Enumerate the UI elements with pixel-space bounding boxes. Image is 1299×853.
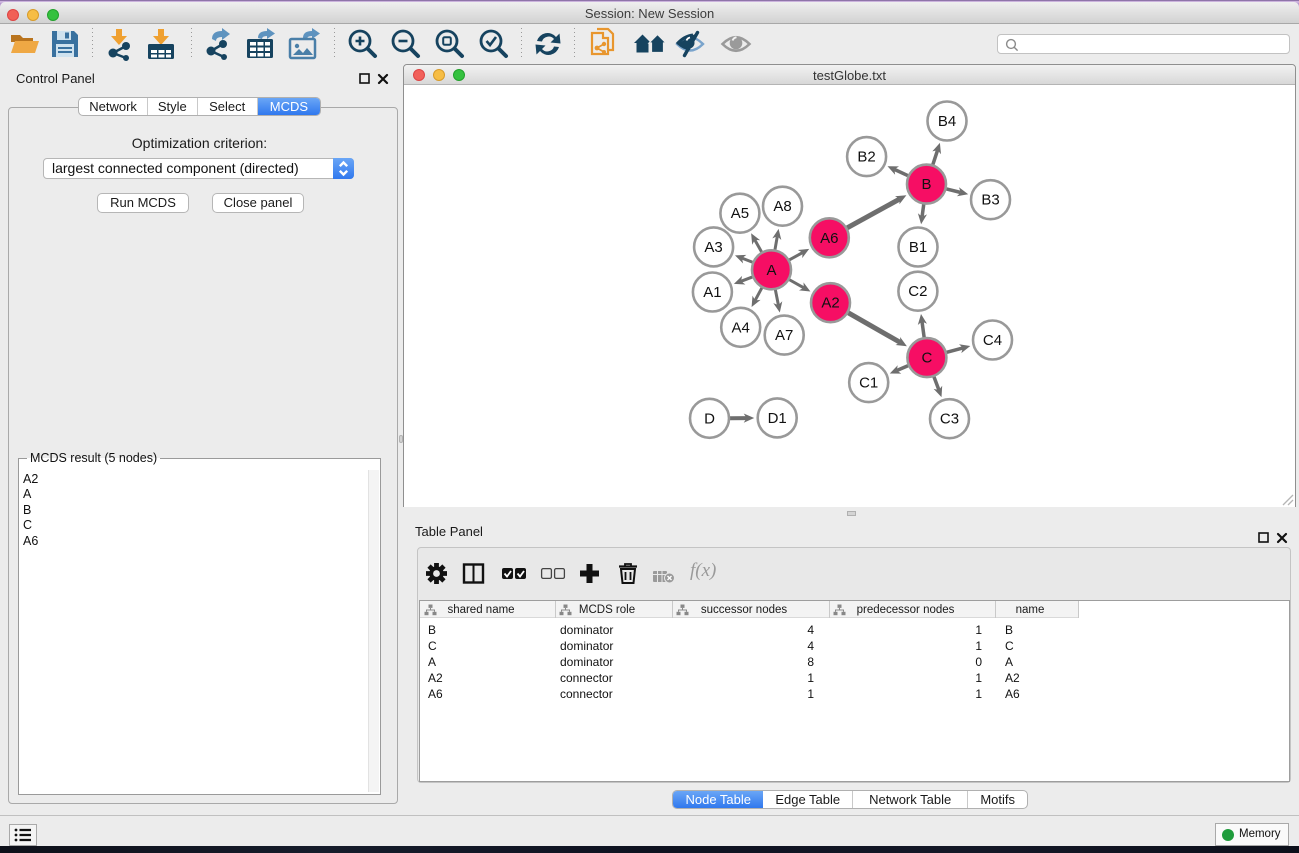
svg-text:C1: C1 bbox=[859, 375, 878, 392]
svg-text:A7: A7 bbox=[775, 327, 793, 344]
svg-text:B3: B3 bbox=[981, 192, 999, 209]
svg-text:A2: A2 bbox=[821, 295, 839, 312]
svg-text:C2: C2 bbox=[908, 283, 927, 300]
svg-text:D: D bbox=[704, 410, 715, 427]
svg-text:A5: A5 bbox=[731, 205, 749, 222]
svg-text:B: B bbox=[921, 176, 931, 193]
svg-text:C4: C4 bbox=[983, 332, 1002, 349]
svg-text:C3: C3 bbox=[940, 411, 959, 428]
svg-text:A: A bbox=[766, 262, 776, 279]
svg-text:A1: A1 bbox=[703, 284, 721, 301]
svg-text:B4: B4 bbox=[938, 113, 956, 130]
svg-text:A6: A6 bbox=[820, 230, 838, 247]
svg-text:B2: B2 bbox=[857, 149, 875, 166]
svg-text:A4: A4 bbox=[732, 319, 750, 336]
svg-text:C: C bbox=[921, 350, 932, 367]
svg-text:A8: A8 bbox=[773, 198, 791, 215]
svg-text:D1: D1 bbox=[768, 410, 787, 427]
svg-text:B1: B1 bbox=[909, 239, 927, 256]
svg-text:A3: A3 bbox=[704, 239, 722, 256]
